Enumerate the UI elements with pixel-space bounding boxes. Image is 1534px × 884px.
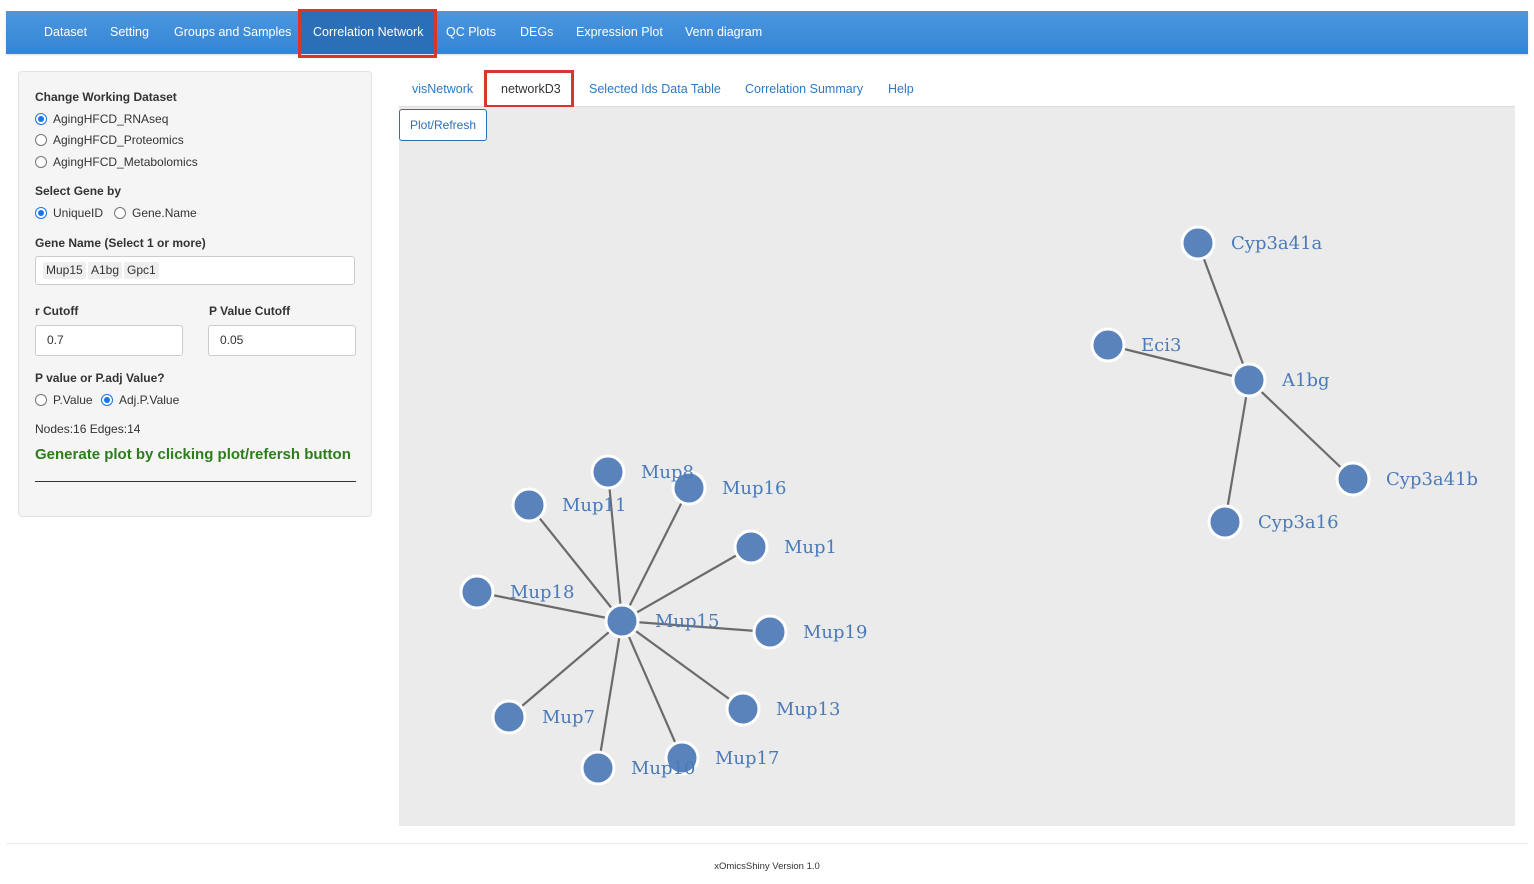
dataset-option-rnaseq[interactable]: AgingHFCD_RNAseq — [35, 111, 168, 127]
network-node-cyp3a41b[interactable] — [1335, 461, 1371, 497]
r-cutoff-input[interactable]: 0.7 — [35, 325, 183, 356]
network-node-label: Cyp3a41a — [1231, 233, 1323, 254]
network-node-label: Mup15 — [655, 611, 719, 632]
radio-selected-icon[interactable] — [101, 394, 113, 406]
network-graph[interactable]: Cyp3a41a Eci3 A1bg Cyp3a41b Cyp3a16 Mup8 Mup16… — [399, 107, 1515, 826]
network-edge — [528, 504, 623, 622]
radio-icon[interactable] — [114, 207, 126, 219]
network-node-label: Eci3 — [1141, 335, 1181, 356]
network-edge — [1196, 242, 1251, 381]
network-node-label: Mup18 — [510, 582, 574, 603]
network-node-label: Mup8 — [641, 462, 694, 483]
nav-qc-plots[interactable]: QC Plots — [446, 11, 496, 54]
network-node-label: A1bg — [1281, 370, 1330, 391]
p-cutoff-label: P Value Cutoff — [209, 304, 291, 318]
gene-by-genename[interactable]: Gene.Name — [114, 205, 197, 221]
network-node-label: Mup11 — [562, 495, 626, 516]
network-node-label: Mup1 — [784, 537, 837, 558]
nav-setting[interactable]: Setting — [110, 11, 149, 54]
network-node-a1bg[interactable] — [1231, 362, 1267, 398]
sidebar-panel: Change Working Dataset AgingHFCD_RNAseq … — [18, 71, 372, 517]
network-edge — [596, 620, 624, 769]
footer-divider — [6, 843, 1528, 844]
adjpvalue-option[interactable]: Adj.P.Value — [101, 392, 179, 408]
tab-visnetwork[interactable]: visNetwork — [412, 82, 473, 96]
network-node-label: Mup16 — [722, 478, 786, 499]
network-node-mup18[interactable] — [459, 574, 495, 610]
select-gene-by-label: Select Gene by — [35, 184, 122, 198]
network-node-label: Cyp3a16 — [1258, 512, 1339, 533]
gene-name-select[interactable]: Mup15 A1bg Gpc1 — [35, 256, 355, 285]
gene-by-uniqueid[interactable]: UniqueID — [35, 205, 103, 221]
footer-version: xOmicsShiny Version 1.0 — [714, 861, 820, 872]
network-node-cyp3a16[interactable] — [1207, 504, 1243, 540]
tab-networkd3[interactable]: networkD3 — [501, 82, 561, 96]
network-node-cyp3a41a[interactable] — [1180, 225, 1216, 261]
radio-icon[interactable] — [35, 134, 47, 146]
network-node-label: Mup13 — [776, 699, 840, 720]
nav-expression-plot[interactable]: Expression Plot — [576, 11, 663, 54]
radio-icon[interactable] — [35, 156, 47, 168]
gene-chip[interactable]: A1bg — [88, 262, 123, 279]
network-node-label: Mup7 — [542, 707, 595, 728]
dataset-option-metabolomics[interactable]: AgingHFCD_Metabolomics — [35, 154, 198, 170]
network-node-mup8[interactable] — [590, 454, 626, 490]
network-node-label: Mup10 — [631, 758, 695, 779]
nav-groups-and-samples[interactable]: Groups and Samples — [174, 11, 291, 54]
pvalue-type-label: P value or P.adj Value? — [35, 371, 165, 385]
plot-refresh-button[interactable]: Plot/Refresh — [399, 109, 487, 141]
gene-name-label: Gene Name (Select 1 or more) — [35, 236, 206, 250]
network-node-mup13[interactable] — [725, 691, 761, 727]
radio-selected-icon[interactable] — [35, 207, 47, 219]
network-node-label: Mup19 — [803, 622, 867, 643]
network-edge — [1223, 379, 1251, 523]
gene-chip[interactable]: Gpc1 — [124, 262, 159, 279]
network-node-label: Cyp3a41b — [1386, 469, 1478, 490]
gene-chip[interactable]: Mup15 — [43, 262, 86, 279]
dataset-label: Change Working Dataset — [35, 90, 177, 104]
divider — [35, 481, 356, 482]
generate-plot-message: Generate plot by clicking plot/refersh b… — [35, 446, 351, 463]
top-navbar: Dataset Setting Groups and Samples Corre… — [6, 11, 1528, 54]
tab-correlation-summary[interactable]: Correlation Summary — [745, 82, 863, 96]
nav-venn-diagram[interactable]: Venn diagram — [685, 11, 762, 54]
network-edge — [1248, 379, 1354, 480]
network-node-mup10[interactable] — [580, 750, 616, 786]
pvalue-option[interactable]: P.Value — [35, 392, 93, 408]
network-node-mup19[interactable] — [752, 614, 788, 650]
network-node-mup7[interactable] — [491, 699, 527, 735]
network-node-mup11[interactable] — [511, 487, 547, 523]
radio-icon[interactable] — [35, 394, 47, 406]
network-node-label: Mup17 — [715, 748, 779, 769]
nav-degs[interactable]: DEGs — [520, 11, 553, 54]
network-node-mup1[interactable] — [733, 529, 769, 565]
network-node-mup15[interactable] — [604, 603, 640, 639]
network-node-eci3[interactable] — [1090, 327, 1126, 363]
tab-selected-ids-data-table[interactable]: Selected Ids Data Table — [589, 82, 721, 96]
nav-correlation-network[interactable]: Correlation Network — [300, 11, 437, 54]
p-cutoff-input[interactable]: 0.05 — [208, 325, 356, 356]
nodes-edges-text: Nodes:16 Edges:14 — [35, 422, 141, 436]
r-cutoff-label: r Cutoff — [35, 304, 79, 318]
dataset-option-proteomics[interactable]: AgingHFCD_Proteomics — [35, 132, 184, 148]
nav-dataset[interactable]: Dataset — [44, 11, 87, 54]
radio-selected-icon[interactable] — [35, 113, 47, 125]
tab-help[interactable]: Help — [888, 82, 914, 96]
network-edge — [508, 620, 623, 718]
